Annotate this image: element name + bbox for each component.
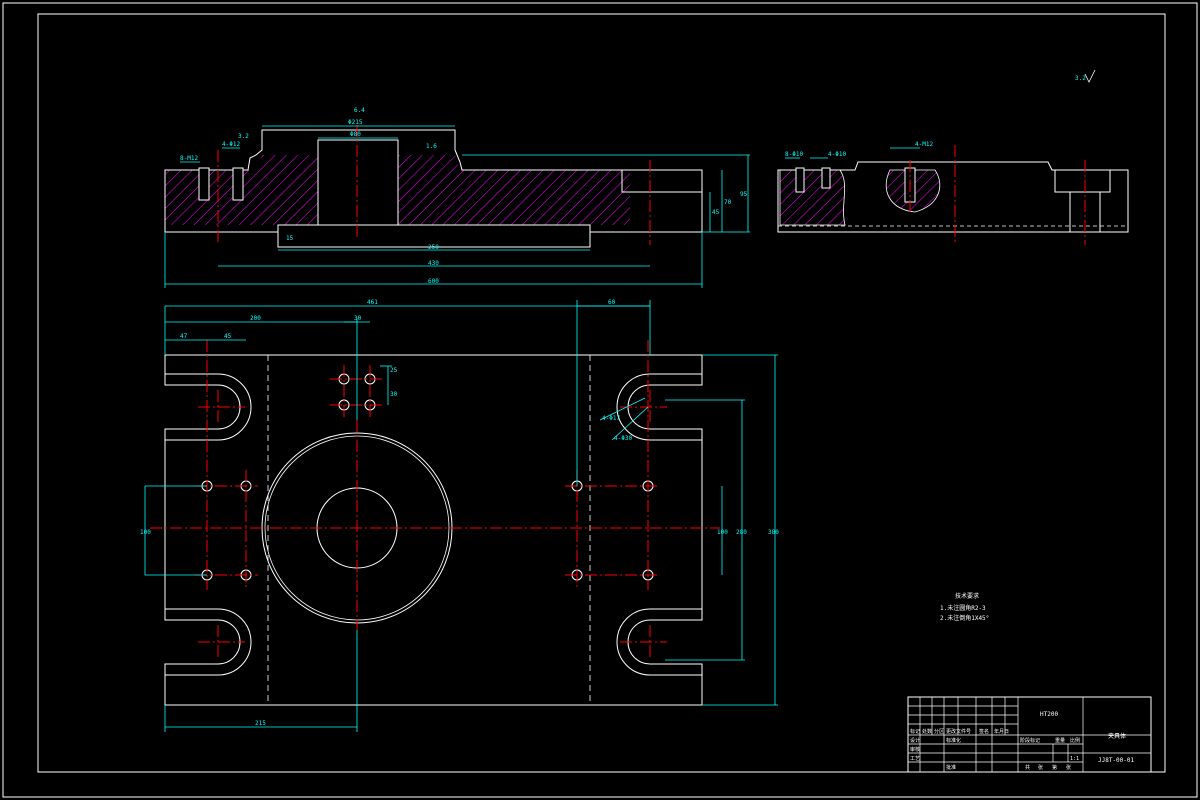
side-tap-2 <box>821 167 831 189</box>
tb-label: 签名 <box>979 728 989 735</box>
tech-req-item-1: 1.未注圆角R2-3 <box>940 604 986 612</box>
side-view: 8-Φ10 4-Φ10 4-M12 <box>777 141 1129 245</box>
tb-label: 张 <box>1038 764 1043 771</box>
tech-req-title: 技术要求 <box>955 592 979 600</box>
plan-dim-215: 215 <box>255 720 266 727</box>
dim-tap-left2: 4-Φ12 <box>222 141 240 148</box>
plan-dim-100-left: 100 <box>140 529 151 536</box>
roughness-a: 3.2 <box>238 133 249 140</box>
side-dim-tap-b: 4-Φ10 <box>828 151 846 158</box>
dim-phi-215: Φ215 <box>348 119 363 126</box>
dim-600: 600 <box>428 278 439 285</box>
tb-label: 年月日 <box>994 728 1009 735</box>
tb-scale: 1:1 <box>1070 756 1079 762</box>
side-tap-1 <box>795 167 805 193</box>
outer-frame <box>2 2 1198 798</box>
plan-dim-60: 60 <box>608 299 616 306</box>
tb-label: 标准化 <box>946 737 961 744</box>
side-dim-tap-c: 4-M12 <box>915 141 933 148</box>
section-view: Φ215 Φ80 250 430 600 95 70 45 15 8-M12 4… <box>164 107 750 288</box>
roughness-symbol <box>1084 69 1096 83</box>
tb-label: 第 <box>1052 764 1057 771</box>
tb-label: 标记 <box>910 728 920 735</box>
plan-dim-25: 25 <box>390 367 398 374</box>
dim-250: 250 <box>428 244 439 251</box>
side-right-step <box>1054 169 1111 193</box>
dim-95: 95 <box>740 191 748 198</box>
plan-dim-hole-a: 4-Φ17 <box>602 415 620 422</box>
section-tap-hole-1 <box>198 167 210 201</box>
plan-dim-280: 280 <box>736 529 747 536</box>
section-tap-hole-2 <box>232 167 244 201</box>
plan-dim-45: 45 <box>224 333 232 340</box>
tb-drawing-no: JJ8T-00-01 <box>1098 757 1135 764</box>
plan-dim-hole-b: 4-Φ30 <box>614 435 632 442</box>
plan-dim-30v: 30 <box>390 391 398 398</box>
dim-45: 45 <box>712 209 720 216</box>
technical-requirements: 技术要求 1.未注圆角R2-3 2.未注倒角1X45° <box>940 592 989 622</box>
side-dim-tap-a: 8-Φ10 <box>785 151 803 158</box>
inner-frame <box>37 13 1166 773</box>
tb-label: 分区 <box>934 728 944 735</box>
tb-label: 批准 <box>946 764 956 771</box>
tb-label: 阶段标记 <box>1020 737 1040 744</box>
tb-label: 审核 <box>910 746 920 753</box>
dim-70: 70 <box>724 199 732 206</box>
tb-label: 处数 <box>922 728 932 735</box>
dim-430: 430 <box>428 260 439 267</box>
section-hatch-right <box>398 155 630 225</box>
title-block: 标记 处数 分区 更改文件号 签名 年月日 设计 标准化 阶段标记 重量 比例 … <box>907 696 1152 773</box>
plan-dim-100-right: 100 <box>717 529 728 536</box>
plan-dim-200: 200 <box>250 315 261 322</box>
tb-label: 张 <box>1066 764 1071 771</box>
tb-part-name: 夹具体 <box>1108 732 1126 740</box>
dim-15: 15 <box>286 235 294 242</box>
cad-drawing-sheet: Φ215 Φ80 250 430 600 95 70 45 15 8-M12 4… <box>2 2 1198 798</box>
roughness-top: 6.4 <box>354 107 365 114</box>
section-right-step <box>621 169 703 193</box>
tb-label: 比例 <box>1070 737 1080 744</box>
side-hatch-left <box>779 169 846 226</box>
plan-view: 461 60 200 30 47 45 25 30 100 100 280 38… <box>140 299 779 732</box>
roughness-global: 3.2 <box>1075 75 1086 82</box>
tb-label: 共 <box>1025 764 1030 771</box>
section-center-bore <box>317 139 399 226</box>
plan-dim-47: 47 <box>180 333 188 340</box>
dim-tap-left: 8-M12 <box>180 155 198 162</box>
plan-dim-30: 30 <box>354 315 362 322</box>
roughness-b: 1.6 <box>426 143 437 150</box>
tb-label: 设计 <box>910 737 920 744</box>
tb-label: 重量 <box>1055 737 1065 744</box>
tech-req-item-2: 2.未注倒角1X45° <box>940 614 989 622</box>
tb-label: 工艺 <box>910 756 920 762</box>
tb-material: HT200 <box>1040 711 1058 718</box>
tb-label: 更改文件号 <box>946 728 971 735</box>
plan-dim-380: 380 <box>768 529 779 536</box>
dim-phi-80: Φ80 <box>350 131 361 138</box>
plan-dim-461: 461 <box>367 299 378 306</box>
